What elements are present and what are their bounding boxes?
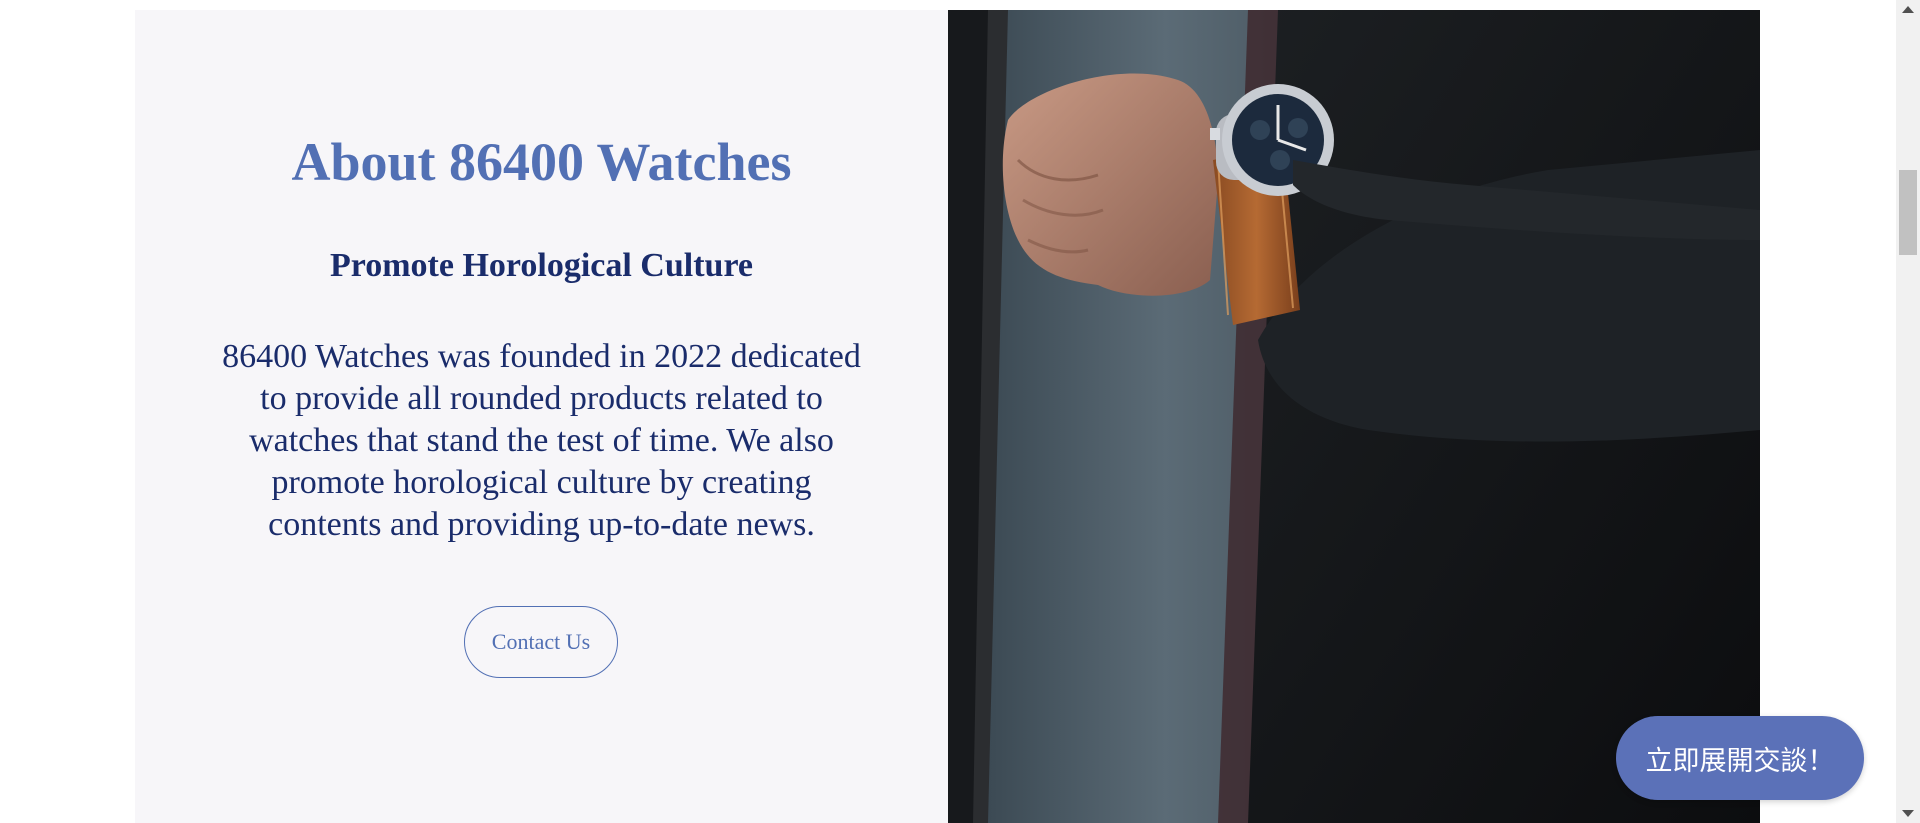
scroll-thumb[interactable] [1899, 170, 1917, 255]
scroll-up-arrow-icon[interactable] [1902, 6, 1914, 13]
page-scrollbar[interactable] [1896, 0, 1920, 823]
about-paragraph: 86400 Watches was founded in 2022 dedica… [222, 338, 861, 543]
about-text-panel: About 86400 Watches Promote Horological … [135, 10, 948, 823]
chat-now-button[interactable]: 立即展開交談！ [1616, 716, 1864, 800]
scroll-down-arrow-icon[interactable] [1902, 810, 1914, 817]
about-subheading: Promote Horological Culture [329, 247, 754, 284]
contact-us-button[interactable]: Contact Us [464, 606, 618, 678]
page: About 86400 Watches Promote Horological … [0, 0, 1920, 823]
watch-photo [948, 10, 1760, 823]
about-heading: About 86400 Watches [291, 132, 792, 192]
about-section: About 86400 Watches Promote Horological … [135, 10, 1760, 823]
